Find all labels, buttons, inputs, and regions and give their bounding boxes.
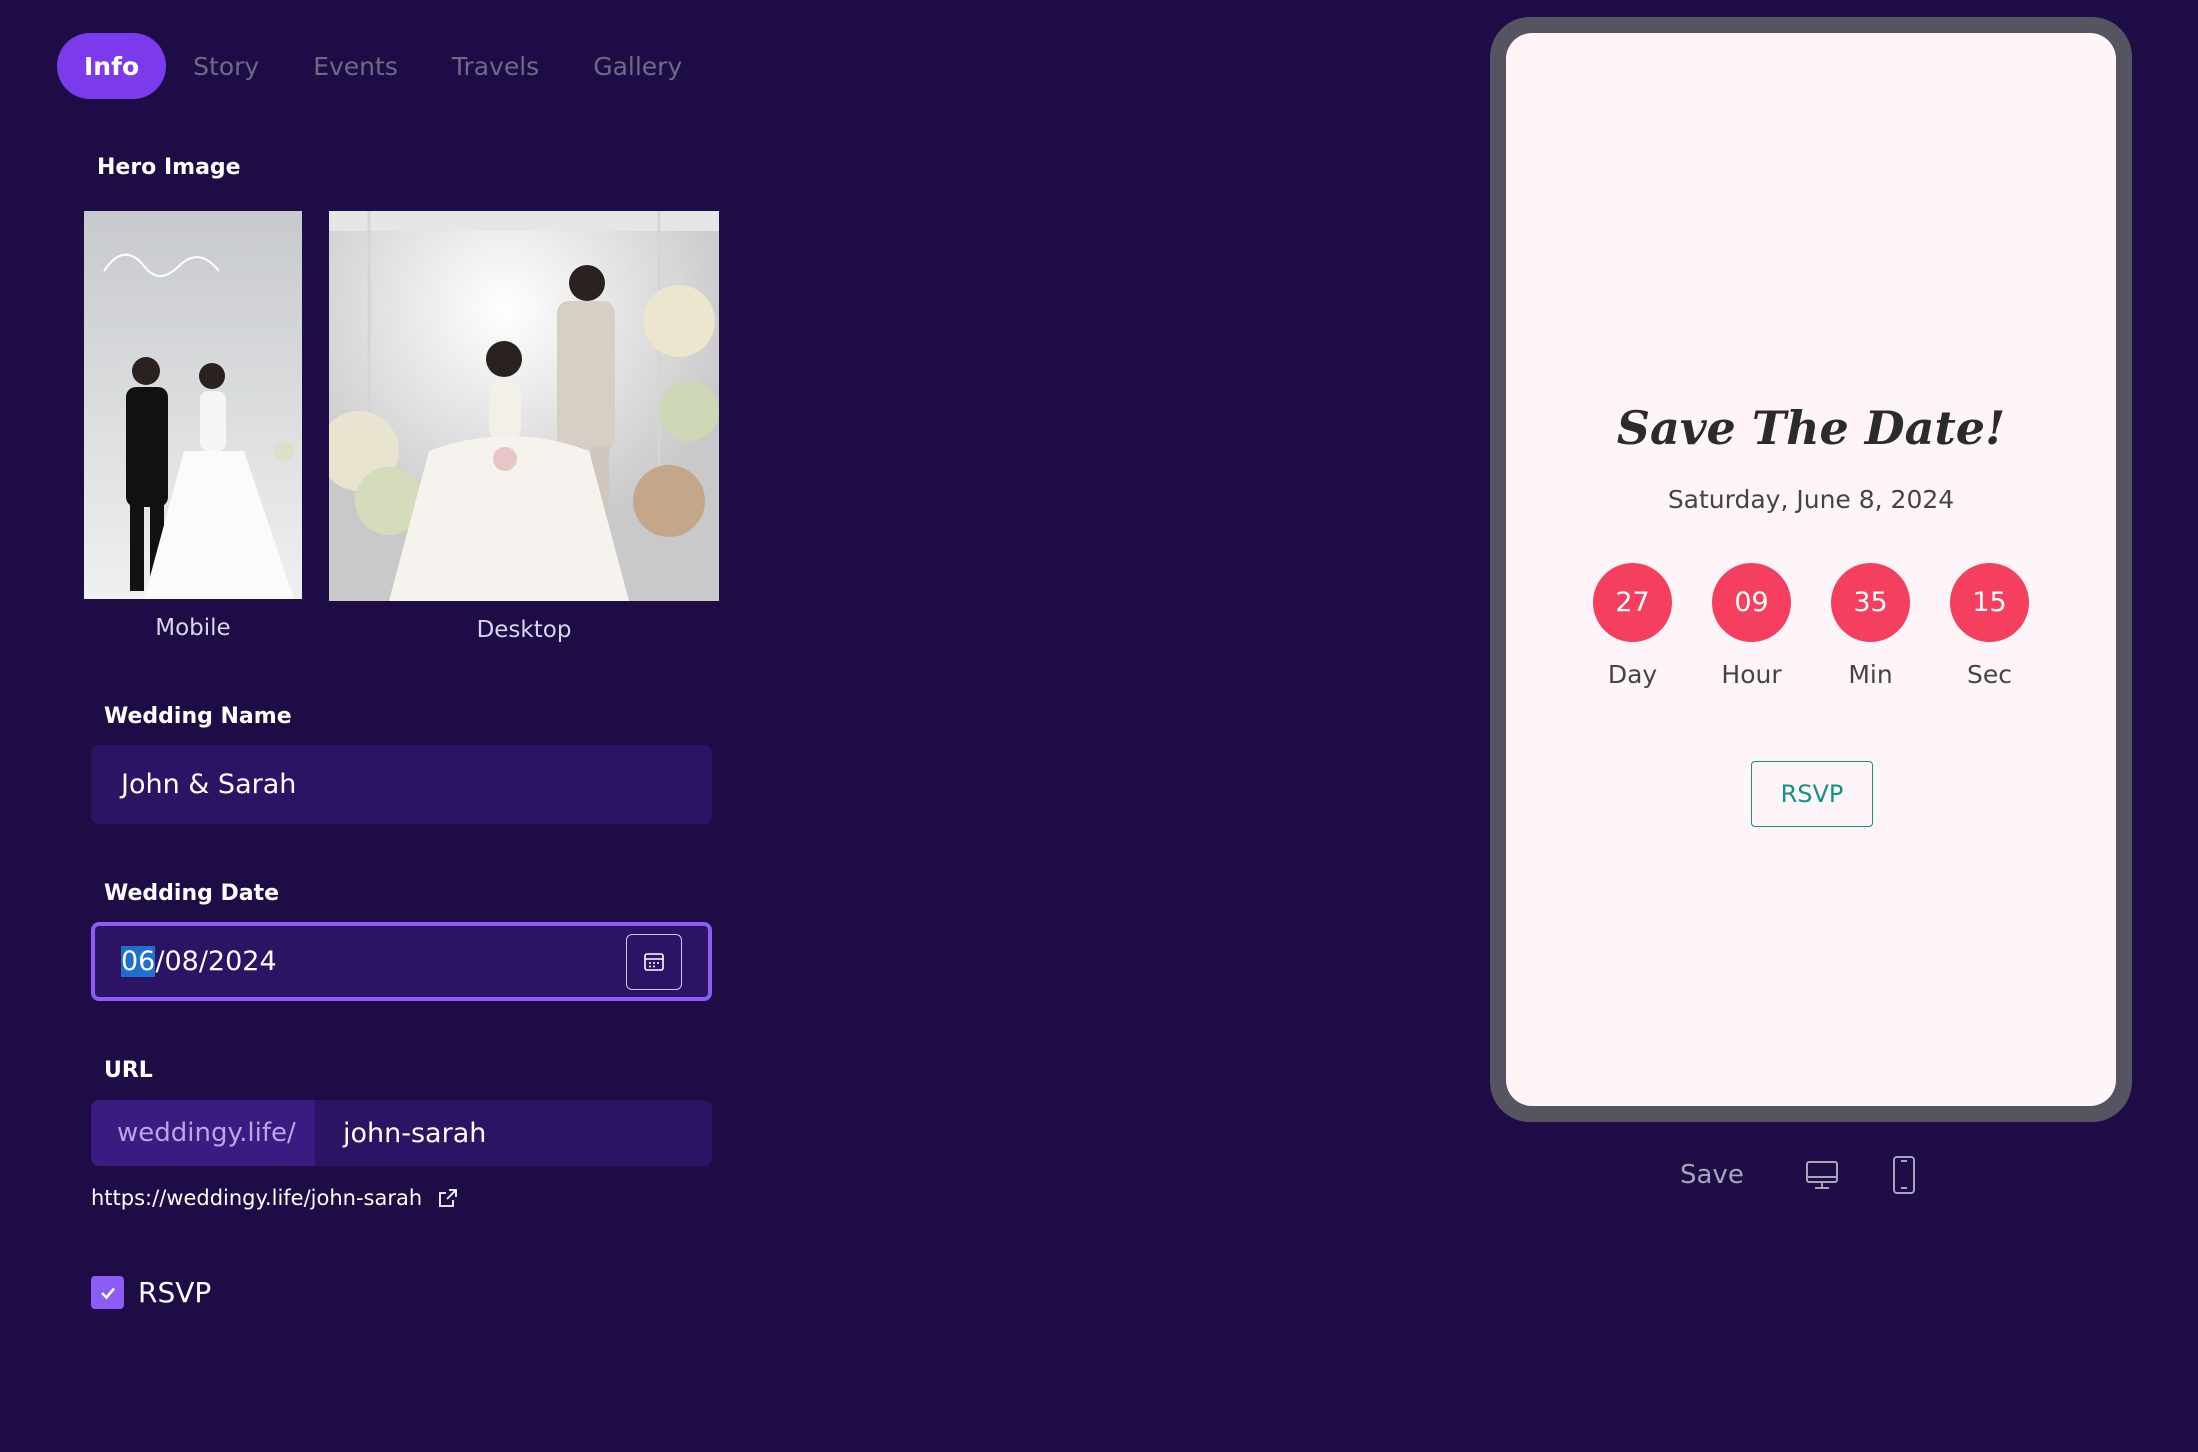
rsvp-checkbox[interactable] (91, 1276, 124, 1309)
external-link-icon[interactable] (436, 1186, 460, 1210)
countdown-sec-value: 15 (1950, 563, 2029, 642)
mobile-caption: Mobile (155, 615, 231, 641)
check-icon (100, 1287, 115, 1299)
save-button[interactable]: Save (1680, 1160, 1744, 1190)
full-url-link[interactable]: https://weddingy.life/john-sarah (91, 1186, 460, 1210)
calendar-button[interactable] (626, 933, 682, 990)
url-label: URL (104, 1058, 153, 1083)
preview-date: Saturday, June 8, 2024 (1667, 485, 1955, 514)
desktop-view-button[interactable] (1804, 1157, 1840, 1193)
preview-device-frame: Save The Date! Saturday, June 8, 2024 27… (1490, 17, 2132, 1122)
desktop-photo-icon (329, 211, 719, 601)
date-day-segment[interactable]: 06 (121, 946, 156, 977)
app-root: Info Story Events Travels Gallery Hero I… (0, 0, 2198, 1452)
countdown-day-label: Day (1607, 660, 1658, 689)
wedding-name-value: John & Sarah (121, 769, 297, 800)
countdown-sec: 15 Sec (1950, 563, 2029, 689)
calendar-icon (644, 952, 664, 971)
rsvp-checkbox-label: RSVP (138, 1276, 212, 1309)
wedding-date-input[interactable]: 06/08/2024 (91, 922, 712, 1001)
countdown: 27 Day 09 Hour 35 Min 15 Sec (1506, 563, 2116, 689)
rsvp-checkbox-row[interactable]: RSVP (91, 1276, 211, 1309)
countdown-min-label: Min (1848, 660, 1893, 689)
mobile-view-button[interactable] (1890, 1155, 1918, 1195)
countdown-day: 27 Day (1593, 563, 1672, 689)
tab-info[interactable]: Info (57, 33, 167, 99)
preview-rsvp-button[interactable]: RSVP (1751, 761, 1873, 827)
countdown-hour: 09 Hour (1712, 563, 1791, 689)
mobile-icon (1892, 1156, 1915, 1194)
tab-bar: Info Story Events Travels Gallery (57, 33, 709, 99)
mobile-photo-icon (84, 211, 302, 599)
url-slug-input[interactable]: john-sarah (315, 1100, 712, 1166)
mobile-hero-image[interactable] (84, 211, 302, 599)
wedding-date-label: Wedding Date (104, 881, 280, 906)
tab-travels[interactable]: Travels (425, 33, 566, 99)
date-rest-segment: /08/2024 (155, 946, 277, 977)
countdown-hour-label: Hour (1721, 660, 1782, 689)
preview-screen: Save The Date! Saturday, June 8, 2024 27… (1506, 33, 2116, 1106)
url-slug-value: john-sarah (343, 1117, 487, 1149)
preview-actions: Save (1680, 1155, 1968, 1195)
countdown-sec-label: Sec (1967, 660, 2012, 689)
wedding-name-label: Wedding Name (104, 704, 292, 729)
url-prefix: weddingy.life/ (91, 1100, 315, 1166)
countdown-min-value: 35 (1831, 563, 1910, 642)
desktop-hero-image[interactable] (329, 211, 719, 601)
full-url-text: https://weddingy.life/john-sarah (91, 1186, 423, 1210)
countdown-hour-value: 09 (1712, 563, 1791, 642)
countdown-day-value: 27 (1593, 563, 1672, 642)
tab-events[interactable]: Events (286, 33, 425, 99)
url-input-group: weddingy.life/ john-sarah (91, 1100, 712, 1166)
desktop-caption: Desktop (476, 617, 572, 643)
desktop-icon (1805, 1161, 1838, 1189)
hero-image-label: Hero Image (97, 155, 241, 180)
tab-story[interactable]: Story (166, 33, 286, 99)
wedding-name-input[interactable]: John & Sarah (91, 745, 712, 824)
save-the-date-title: Save The Date! (1616, 401, 2006, 455)
countdown-min: 35 Min (1831, 563, 1910, 689)
tab-gallery[interactable]: Gallery (566, 33, 709, 99)
